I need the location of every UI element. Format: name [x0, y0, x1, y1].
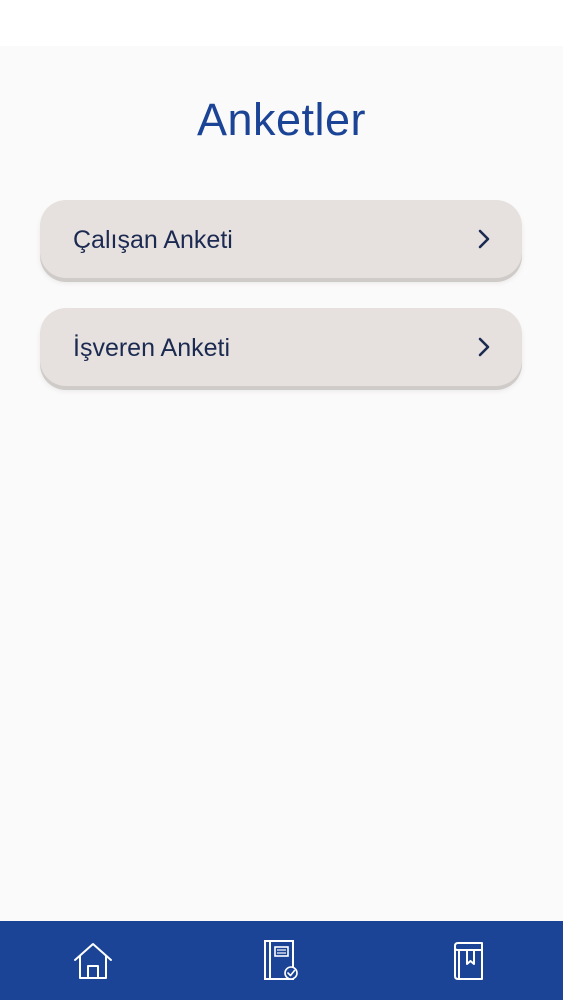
tab-surveys[interactable] — [241, 921, 321, 1000]
page-title: Anketler — [196, 94, 367, 145]
employee-survey-button[interactable]: Çalışan Anketi — [40, 200, 522, 278]
chevron-right-icon — [478, 229, 490, 249]
bottom-tab-bar — [0, 921, 563, 1000]
tab-library[interactable] — [428, 921, 508, 1000]
chevron-right-icon — [478, 337, 490, 357]
employer-survey-label: İşveren Anketi — [73, 334, 231, 362]
main-content: Anketler Çalışan Anketi İşveren Anketi — [0, 46, 563, 921]
employer-survey-button[interactable]: İşveren Anketi — [40, 308, 522, 386]
home-icon — [74, 942, 112, 979]
survey-document-icon — [264, 939, 298, 980]
tab-home[interactable] — [53, 921, 133, 1000]
employee-survey-label: Çalışan Anketi — [73, 226, 233, 254]
book-icon — [454, 941, 483, 980]
status-bar — [0, 0, 563, 46]
